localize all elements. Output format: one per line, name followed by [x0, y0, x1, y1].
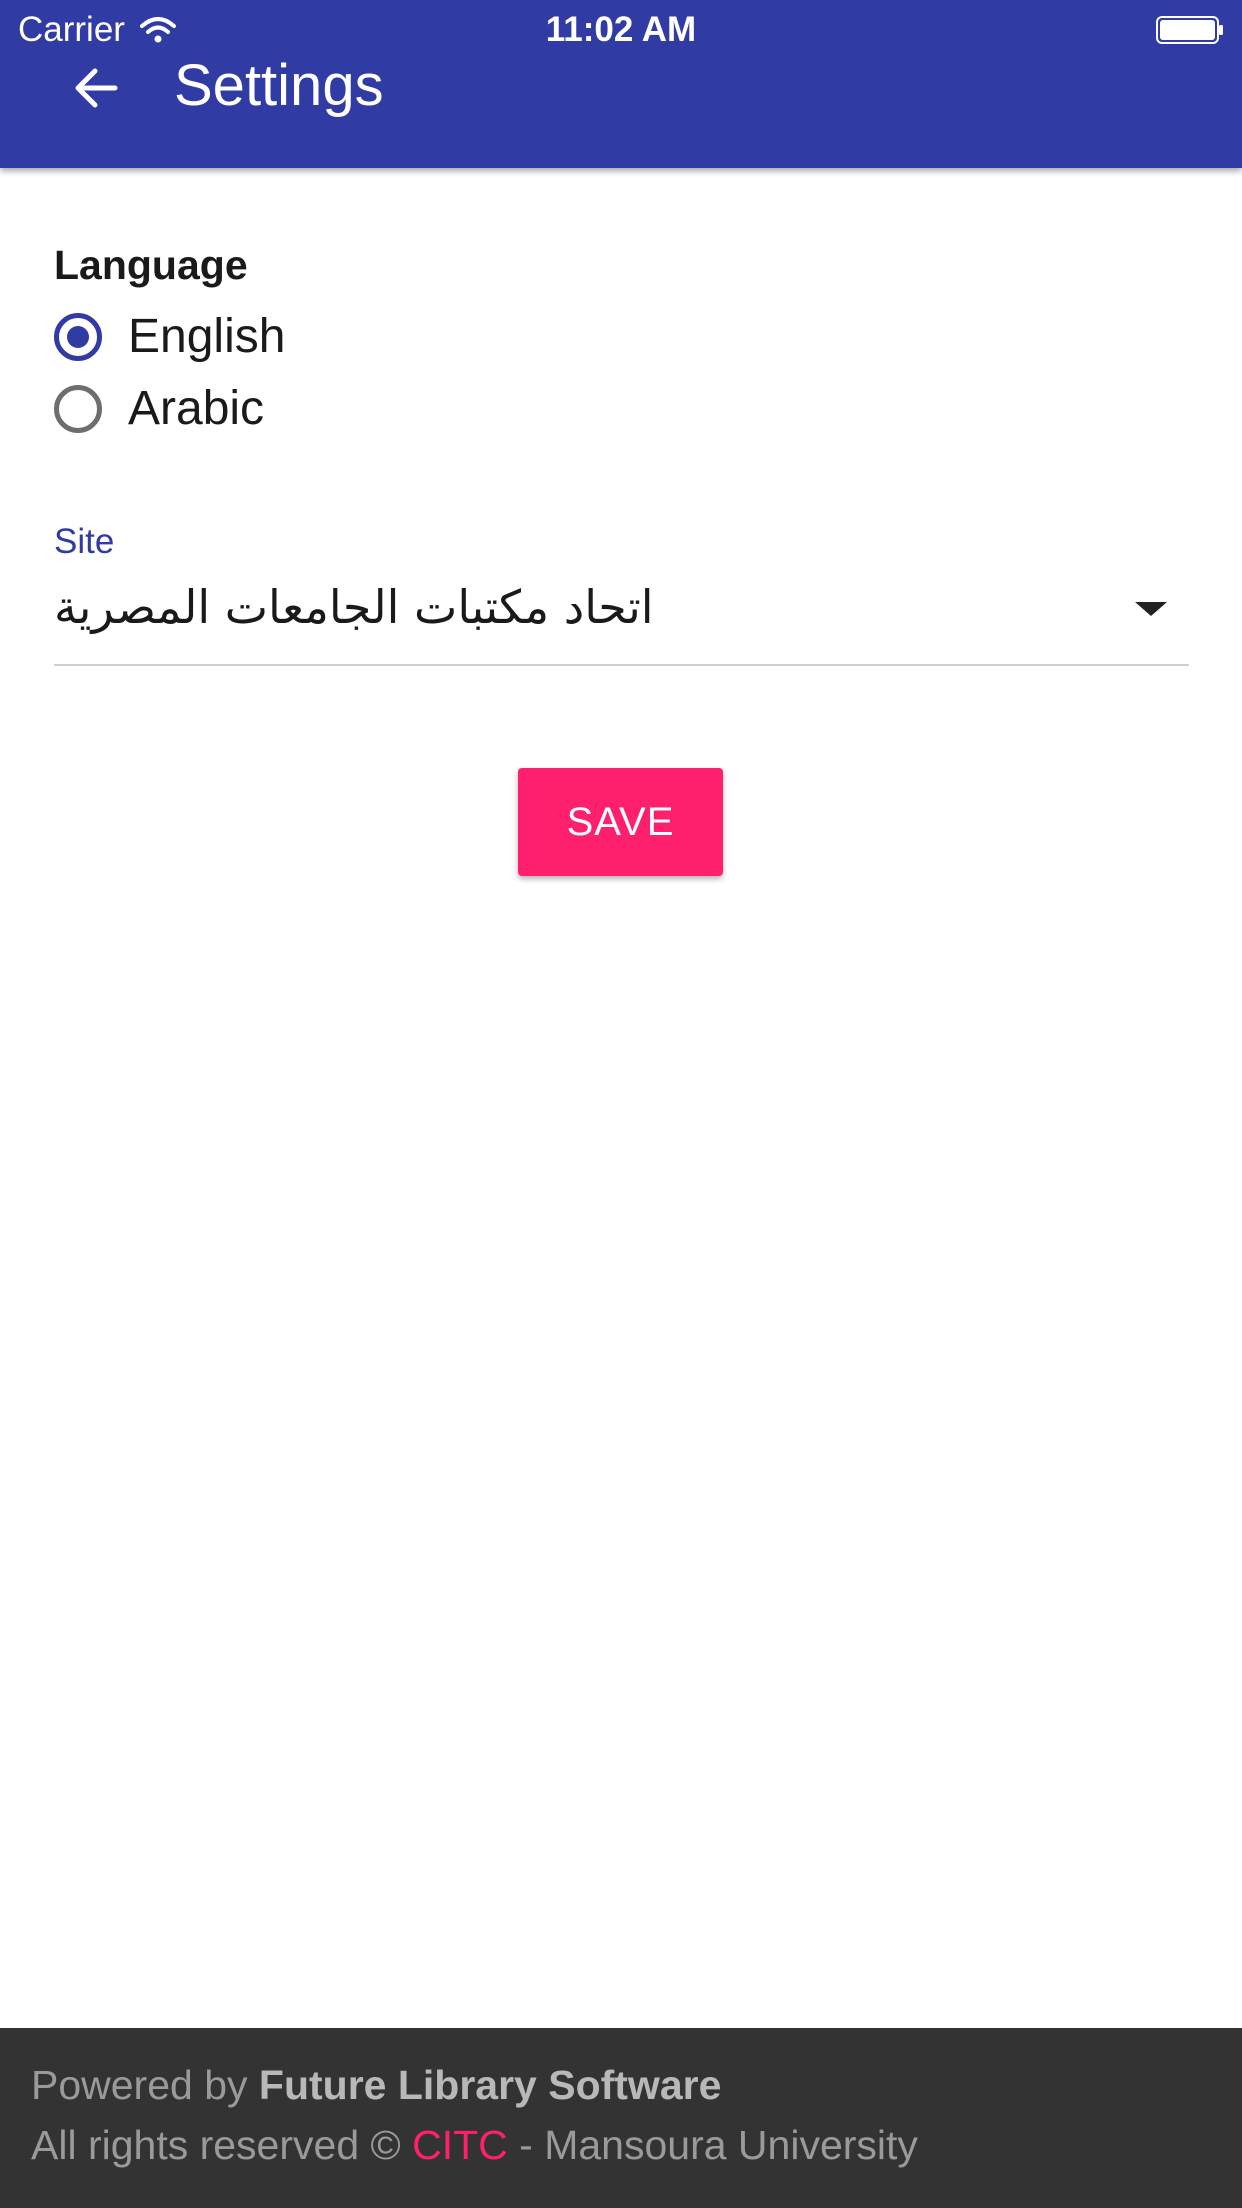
rights-suffix: - Mansoura University	[507, 2122, 918, 2168]
caret-down-icon	[1135, 602, 1167, 616]
page-title: Settings	[174, 53, 384, 118]
app-bar: Carrier 11:02 AM Settings	[0, 0, 1242, 168]
arrow-left-icon	[75, 68, 118, 108]
back-button[interactable]	[68, 60, 124, 116]
rights-prefix: All rights reserved ©	[31, 2122, 413, 2168]
powered-prefix: Powered by	[31, 2062, 259, 2108]
language-option-arabic[interactable]: Arabic	[54, 381, 264, 436]
footer-powered-by: Powered by Future Library Software	[31, 2062, 721, 2109]
citc-link[interactable]: CITC	[412, 2122, 508, 2168]
language-option-label: English	[128, 310, 286, 363]
battery-icon	[1156, 16, 1223, 44]
site-label: Site	[54, 522, 115, 561]
save-button[interactable]: SAVE	[518, 768, 723, 876]
powered-name: Future Library Software	[258, 2062, 722, 2108]
language-option-english[interactable]: English	[54, 309, 285, 364]
site-dropdown[interactable]: اتحاد مكتبات الجامعات المصرية	[54, 572, 1189, 666]
radio-checked-icon[interactable]	[54, 312, 102, 361]
site-selected-value: اتحاد مكتبات الجامعات المصرية	[54, 580, 654, 634]
radio-unchecked-icon[interactable]	[54, 384, 102, 433]
language-heading: Language	[54, 242, 248, 288]
footer: Powered by Future Library Software All r…	[0, 2028, 1242, 2208]
status-bar-time: 11:02 AM	[545, 10, 697, 49]
language-option-label: Arabic	[128, 382, 265, 435]
footer-rights: All rights reserved © CITC - Mansoura Un…	[31, 2122, 918, 2169]
